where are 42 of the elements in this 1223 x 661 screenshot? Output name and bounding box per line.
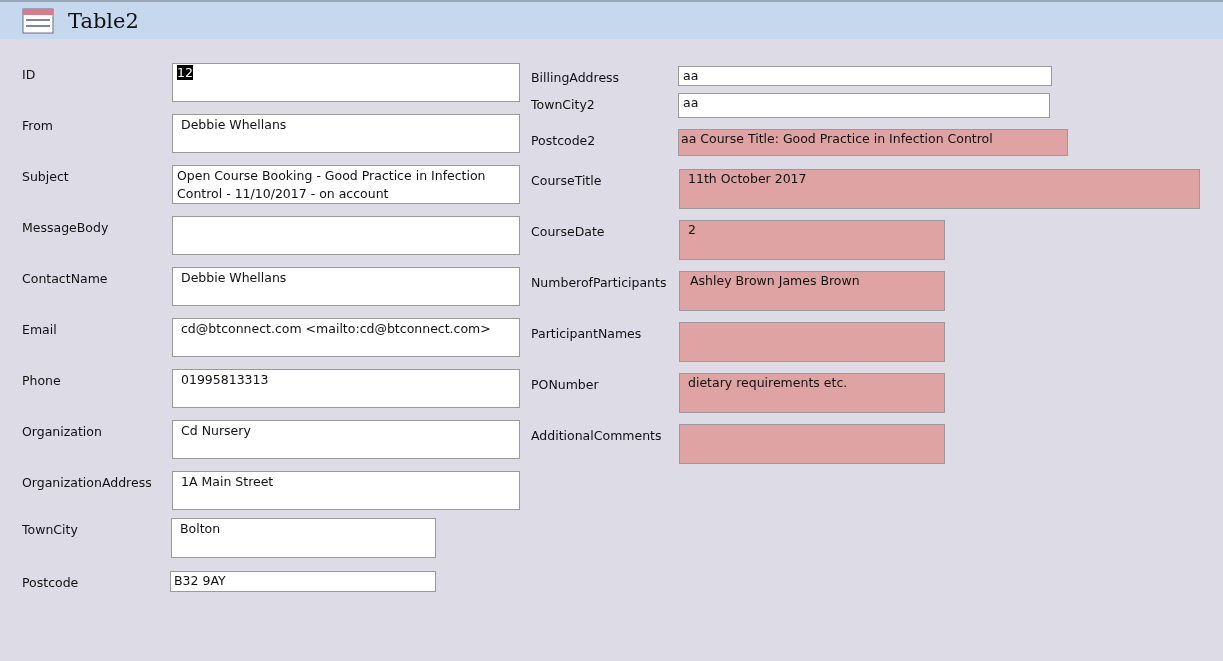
field-label: Phone	[22, 372, 62, 388]
text-field[interactable]: aa	[678, 93, 1050, 118]
text-field[interactable]: Debbie Whellans	[172, 267, 520, 306]
text-field[interactable]: Open Course Booking - Good Practice in Infection Control - 11/10/2017 - on account	[172, 165, 520, 204]
field-label: Postcode	[22, 574, 80, 590]
text-field[interactable]: Ashley Brown James Brown	[679, 271, 945, 311]
field-label: MessageBody	[22, 219, 110, 235]
text-field[interactable]: 01995813313	[172, 369, 520, 408]
field-label: ParticipantNames	[531, 325, 643, 341]
field-label: CourseDate	[531, 223, 606, 239]
field-label: NumberofParticipants	[531, 274, 668, 290]
text-field[interactable]: 12	[172, 63, 520, 102]
field-label: Email	[22, 321, 58, 337]
field-label: CourseTitle	[531, 172, 603, 188]
field-label: From	[22, 117, 54, 133]
text-field[interactable]: Bolton	[171, 518, 436, 558]
text-field[interactable]: Debbie Whellans	[172, 114, 520, 153]
text-field[interactable]: cd@btconnect.com <mailto:cd@btconnect.com>	[172, 318, 520, 357]
text-field[interactable]: B32 9AY	[170, 571, 436, 592]
field-label: Organization	[22, 423, 103, 439]
text-field[interactable]: 11th October 2017	[679, 169, 1200, 209]
text-field[interactable]: 2	[679, 220, 945, 260]
field-label: ID	[22, 66, 37, 82]
text-field[interactable]: aa	[678, 66, 1052, 86]
field-label: TownCity	[22, 521, 79, 537]
field-label: ContactName	[22, 270, 109, 286]
field-label: TownCity2	[531, 96, 596, 112]
window-title: Table2	[68, 8, 139, 33]
field-label: PONumber	[531, 376, 600, 392]
text-field[interactable]: Cd Nursery	[172, 420, 520, 459]
text-field[interactable]	[679, 322, 945, 362]
text-field[interactable]: dietary requirements etc.	[679, 373, 945, 413]
text-field[interactable]	[679, 424, 945, 464]
field-label: Postcode2	[531, 132, 597, 148]
field-label: OrganizationAddress	[22, 474, 153, 490]
field-label: AdditionalComments	[531, 427, 663, 443]
text-field[interactable]	[172, 216, 520, 255]
field-label: BillingAddress	[531, 69, 621, 85]
field-label: Subject	[22, 168, 70, 184]
text-field[interactable]: 1A Main Street	[172, 471, 520, 510]
text-field[interactable]: aa Course Title: Good Practice in Infection Control	[678, 129, 1068, 156]
table-icon	[22, 7, 54, 34]
